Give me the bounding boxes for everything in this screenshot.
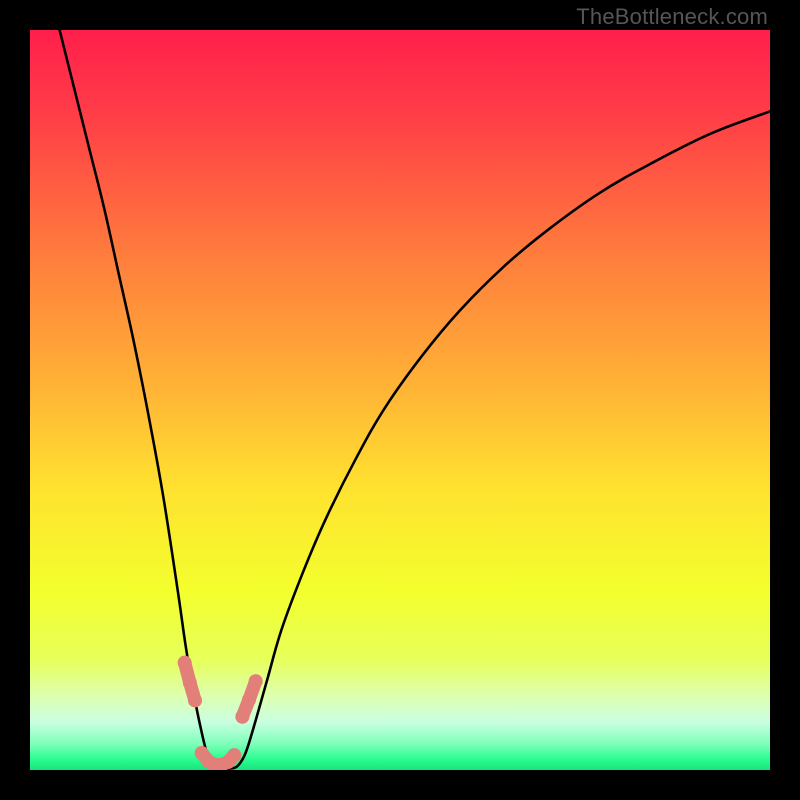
marker-dot xyxy=(235,710,249,724)
marker-dot xyxy=(183,676,197,690)
marker-dot xyxy=(242,693,256,707)
marker-dot xyxy=(227,748,241,762)
marker-layer xyxy=(178,656,263,770)
chart-frame: TheBottleneck.com xyxy=(0,0,800,800)
plot-area xyxy=(30,30,770,770)
marker-dot xyxy=(178,656,192,670)
watermark-text: TheBottleneck.com xyxy=(576,4,768,30)
bottleneck-curve xyxy=(60,30,770,769)
curve-layer xyxy=(30,30,770,770)
marker-dot xyxy=(249,674,263,688)
marker-dot xyxy=(188,693,202,707)
